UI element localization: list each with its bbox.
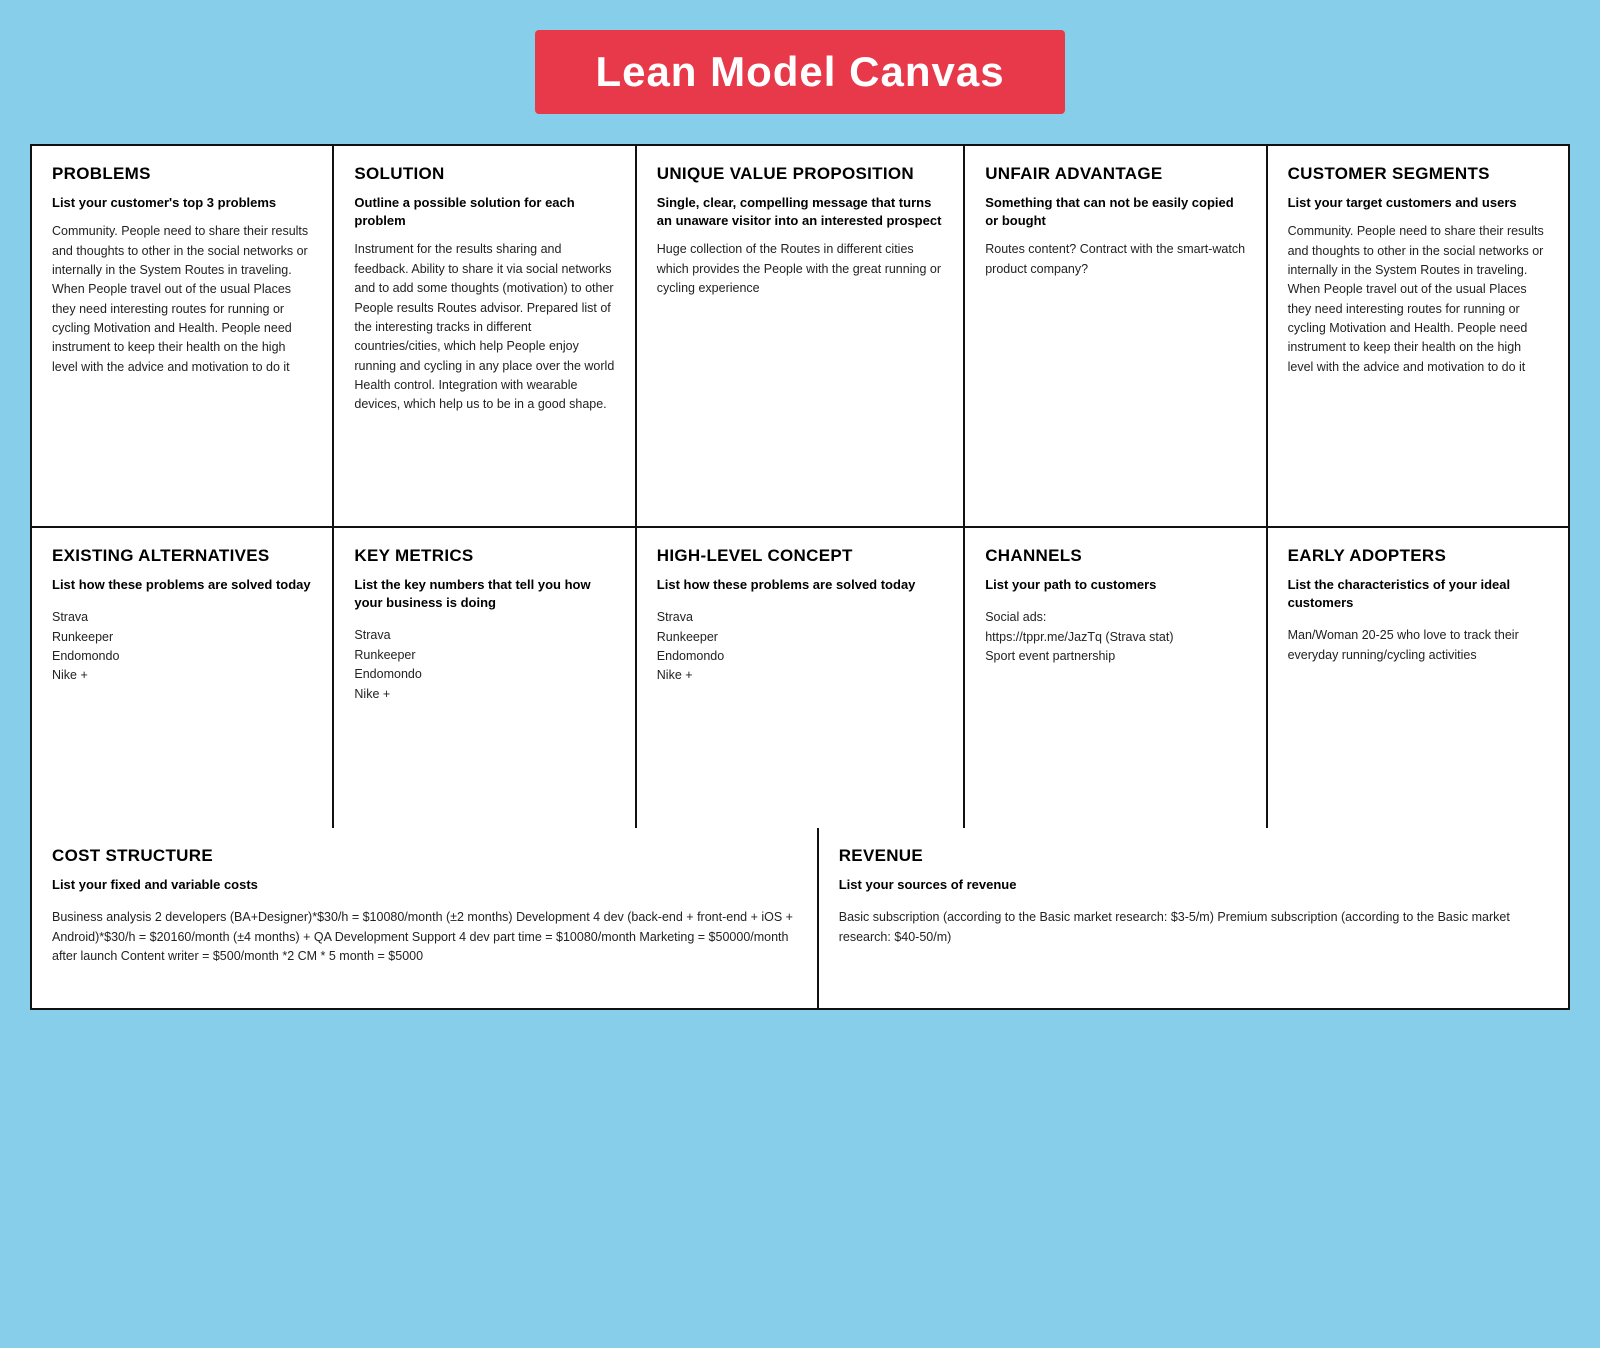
existing-subtitle: List how these problems are solved today — [52, 576, 312, 594]
channels-cell: CHANNELS List your path to customers Soc… — [965, 528, 1267, 828]
highlevel-body: StravaRunkeeperEndomondoNike + — [657, 608, 943, 686]
cost-body: Business analysis 2 developers (BA+Desig… — [52, 908, 797, 966]
problems-title: PROBLEMS — [52, 164, 312, 184]
early-body: Man/Woman 20-25 who love to track their … — [1288, 626, 1548, 665]
top-row: PROBLEMS List your customer's top 3 prob… — [32, 146, 1568, 528]
canvas: PROBLEMS List your customer's top 3 prob… — [30, 144, 1570, 1010]
metrics-title: KEY METRICS — [354, 546, 614, 566]
uvp-body: Huge collection of the Routes in differe… — [657, 240, 943, 298]
existing-title: EXISTING ALTERNATIVES — [52, 546, 312, 566]
highlevel-title: HIGH-LEVEL CONCEPT — [657, 546, 943, 566]
page-title: Lean Model Canvas — [595, 48, 1004, 96]
existing-body: StravaRunkeeperEndomondoNike + — [52, 608, 312, 686]
metrics-subtitle: List the key numbers that tell you how y… — [354, 576, 614, 612]
unfair-body: Routes content? Contract with the smart-… — [985, 240, 1245, 279]
problems-subtitle: List your customer's top 3 problems — [52, 194, 312, 212]
uvp-subtitle: Single, clear, compelling message that t… — [657, 194, 943, 230]
early-title: EARLY ADOPTERS — [1288, 546, 1548, 566]
customer-title: CUSTOMER SEGMENTS — [1288, 164, 1548, 184]
cost-title: COST STRUCTURE — [52, 846, 797, 866]
revenue-body: Basic subscription (according to the Bas… — [839, 908, 1548, 947]
early-cell: EARLY ADOPTERS List the characteristics … — [1268, 528, 1568, 828]
cost-cell: COST STRUCTURE List your fixed and varia… — [32, 828, 819, 1008]
channels-title: CHANNELS — [985, 546, 1245, 566]
solution-body: Instrument for the results sharing and f… — [354, 240, 614, 414]
uvp-cell: UNIQUE VALUE PROPOSITION Single, clear, … — [637, 146, 965, 526]
highlevel-cell: HIGH-LEVEL CONCEPT List how these proble… — [637, 528, 965, 828]
metrics-cell: KEY METRICS List the key numbers that te… — [334, 528, 636, 828]
cost-subtitle: List your fixed and variable costs — [52, 876, 797, 894]
title-box: Lean Model Canvas — [535, 30, 1064, 114]
footer-row: COST STRUCTURE List your fixed and varia… — [32, 828, 1568, 1008]
revenue-title: REVENUE — [839, 846, 1548, 866]
unfair-subtitle: Something that can not be easily copied … — [985, 194, 1245, 230]
channels-subtitle: List your path to customers — [985, 576, 1245, 594]
solution-cell: SOLUTION Outline a possible solution for… — [334, 146, 636, 526]
channels-body: Social ads:https://tppr.me/JazTq (Strava… — [985, 608, 1245, 666]
title-container: Lean Model Canvas — [30, 30, 1570, 114]
revenue-subtitle: List your sources of revenue — [839, 876, 1548, 894]
problems-cell: PROBLEMS List your customer's top 3 prob… — [32, 146, 334, 526]
metrics-body: StravaRunkeeperEndomondoNike + — [354, 626, 614, 704]
highlevel-subtitle: List how these problems are solved today — [657, 576, 943, 594]
uvp-title: UNIQUE VALUE PROPOSITION — [657, 164, 943, 184]
customer-cell: CUSTOMER SEGMENTS List your target custo… — [1268, 146, 1568, 526]
solution-subtitle: Outline a possible solution for each pro… — [354, 194, 614, 230]
early-subtitle: List the characteristics of your ideal c… — [1288, 576, 1548, 612]
revenue-cell: REVENUE List your sources of revenue Bas… — [819, 828, 1568, 1008]
unfair-cell: UNFAIR ADVANTAGE Something that can not … — [965, 146, 1267, 526]
solution-title: SOLUTION — [354, 164, 614, 184]
customer-body: Community. People need to share their re… — [1288, 222, 1548, 377]
bottom-row: EXISTING ALTERNATIVES List how these pro… — [32, 528, 1568, 828]
existing-cell: EXISTING ALTERNATIVES List how these pro… — [32, 528, 334, 828]
customer-subtitle: List your target customers and users — [1288, 194, 1548, 212]
unfair-title: UNFAIR ADVANTAGE — [985, 164, 1245, 184]
problems-body: Community. People need to share their re… — [52, 222, 312, 377]
